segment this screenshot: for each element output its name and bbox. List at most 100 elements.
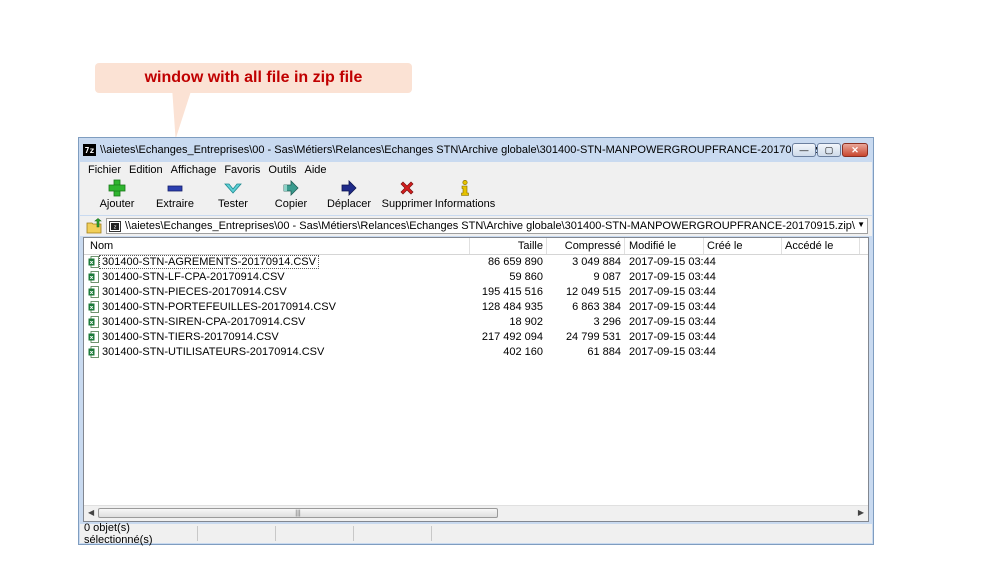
table-row[interactable]: x 301400-STN-PORTEFEUILLES-20170914.CSV …	[84, 300, 868, 315]
file-modified: 2017-09-15 03:44	[629, 331, 716, 343]
minimize-button[interactable]: —	[792, 143, 816, 157]
7zip-window: 7z \\aietes\Echanges_Entreprises\00 - Sa…	[78, 137, 874, 546]
horizontal-scrollbar[interactable]: ◀ ||| ▶	[84, 505, 868, 521]
delete-x-icon	[400, 181, 414, 195]
file-modified: 2017-09-15 03:44	[629, 346, 716, 358]
add-button[interactable]: Ajouter	[88, 177, 146, 210]
plus-icon	[108, 179, 126, 197]
maximize-button[interactable]: ▢	[817, 143, 841, 157]
file-packed-size: 3 049 884	[572, 256, 621, 268]
table-row[interactable]: x 301400-STN-LF-CPA-20170914.CSV 59 860 …	[84, 270, 868, 285]
file-size: 195 415 516	[481, 286, 543, 298]
info-button[interactable]: Informations	[434, 177, 496, 210]
title-bar[interactable]: 7z \\aietes\Echanges_Entreprises\00 - Sa…	[79, 138, 873, 162]
status-pane-packed	[276, 526, 354, 541]
scroll-right-icon[interactable]: ▶	[858, 508, 864, 517]
copy-button[interactable]: Copier	[262, 177, 320, 210]
spreadsheet-file-icon: x	[88, 316, 99, 328]
spreadsheet-file-icon: x	[88, 256, 99, 268]
menu-favoris[interactable]: Favoris	[224, 164, 260, 176]
file-name: 301400-STN-TIERS-20170914.CSV	[102, 331, 279, 343]
selection-status: 0 objet(s) sélectionné(s)	[80, 522, 198, 546]
copy-arrow-icon	[283, 180, 299, 196]
move-arrow-icon	[341, 180, 357, 196]
file-size: 217 492 094	[481, 331, 543, 343]
test-button[interactable]: Tester	[204, 177, 262, 210]
menu-edition[interactable]: Edition	[129, 164, 163, 176]
file-size: 128 484 935	[481, 301, 543, 313]
file-modified: 2017-09-15 03:44	[629, 301, 716, 313]
column-header-modified[interactable]: Modifié le	[629, 240, 676, 252]
annotation-callout: window with all file in zip file	[95, 63, 412, 93]
column-header-name[interactable]: Nom	[90, 240, 113, 252]
status-bar: 0 objet(s) sélectionné(s)	[80, 522, 872, 546]
test-label: Tester	[218, 198, 248, 210]
zip-archive-icon: z	[109, 220, 121, 232]
status-pane-size	[198, 526, 276, 541]
column-header-packed[interactable]: Compressé	[547, 240, 621, 252]
toolbar: Ajouter Extraire Tester Copier Déplacer …	[80, 177, 872, 215]
file-packed-size: 6 863 384	[572, 301, 621, 313]
menu-bar: Fichier Edition Affichage Favoris Outils…	[80, 162, 872, 177]
column-separator[interactable]	[859, 238, 860, 254]
file-modified: 2017-09-15 03:44	[629, 316, 716, 328]
file-name: 301400-STN-SIREN-CPA-20170914.CSV	[102, 316, 306, 328]
column-header-created[interactable]: Créé le	[707, 240, 742, 252]
address-bar: z \\aietes\Echanges_Entreprises\00 - Sas…	[80, 216, 872, 236]
column-separator[interactable]	[624, 238, 625, 254]
column-header-size[interactable]: Taille	[470, 240, 543, 252]
move-label: Déplacer	[326, 198, 372, 210]
menu-outils[interactable]: Outils	[268, 164, 296, 176]
svg-text:x: x	[90, 335, 94, 341]
table-row[interactable]: x 301400-STN-SIREN-CPA-20170914.CSV 18 9…	[84, 315, 868, 330]
column-separator[interactable]	[781, 238, 782, 254]
menu-fichier[interactable]: Fichier	[88, 164, 121, 176]
extract-button[interactable]: Extraire	[146, 177, 204, 210]
info-icon	[461, 179, 469, 196]
column-header-accessed[interactable]: Accédé le	[785, 240, 833, 252]
minus-icon	[167, 185, 183, 192]
folder-up-icon[interactable]	[86, 218, 102, 234]
spreadsheet-file-icon: x	[88, 346, 99, 358]
table-row[interactable]: x 301400-STN-TIERS-20170914.CSV 217 492 …	[84, 330, 868, 345]
file-packed-size: 61 884	[587, 346, 621, 358]
column-headers: Nom Taille Compressé Modifié le Créé le …	[84, 238, 868, 255]
delete-button[interactable]: Supprimer	[378, 177, 436, 210]
address-input[interactable]: z \\aietes\Echanges_Entreprises\00 - Sas…	[106, 218, 868, 234]
column-separator[interactable]	[703, 238, 704, 254]
callout-text: window with all file in zip file	[144, 69, 363, 86]
menu-aide[interactable]: Aide	[305, 164, 327, 176]
add-label: Ajouter	[99, 198, 135, 210]
file-name: 301400-STN-PORTEFEUILLES-20170914.CSV	[102, 301, 336, 313]
info-label: Informations	[434, 198, 496, 210]
svg-text:x: x	[90, 290, 94, 296]
status-pane-date	[354, 526, 432, 541]
extract-label: Extraire	[156, 198, 194, 210]
address-path: \\aietes\Echanges_Entreprises\00 - Sas\M…	[125, 220, 855, 232]
svg-text:x: x	[90, 305, 94, 311]
table-row[interactable]: x 301400-STN-UTILISATEURS-20170914.CSV 4…	[84, 345, 868, 360]
file-modified: 2017-09-15 03:44	[629, 286, 716, 298]
move-button[interactable]: Déplacer	[320, 177, 378, 210]
menu-affichage[interactable]: Affichage	[171, 164, 217, 176]
file-modified: 2017-09-15 03:44	[629, 256, 716, 268]
spreadsheet-file-icon: x	[88, 286, 99, 298]
file-name: 301400-STN-AGREMENTS-20170914.CSV	[99, 255, 319, 269]
check-icon	[224, 183, 242, 194]
scroll-left-icon[interactable]: ◀	[88, 508, 94, 517]
close-button[interactable]: ✕	[842, 143, 868, 157]
svg-text:x: x	[90, 275, 94, 281]
delete-label: Supprimer	[381, 198, 433, 210]
file-size: 59 860	[509, 271, 543, 283]
window-controls: — ▢ ✕	[792, 143, 868, 157]
7zip-app-icon: 7z	[83, 144, 96, 156]
table-row[interactable]: x 301400-STN-PIECES-20170914.CSV 195 415…	[84, 285, 868, 300]
chevron-down-icon[interactable]: ▼	[857, 220, 865, 229]
file-name: 301400-STN-LF-CPA-20170914.CSV	[102, 271, 285, 283]
callout-pointer	[167, 93, 191, 139]
file-list: Nom Taille Compressé Modifié le Créé le …	[83, 237, 869, 522]
table-row[interactable]: x 301400-STN-AGREMENTS-20170914.CSV 86 6…	[84, 255, 868, 270]
file-packed-size: 9 087	[593, 271, 621, 283]
copy-label: Copier	[274, 198, 308, 210]
scroll-thumb[interactable]: |||	[98, 508, 498, 518]
